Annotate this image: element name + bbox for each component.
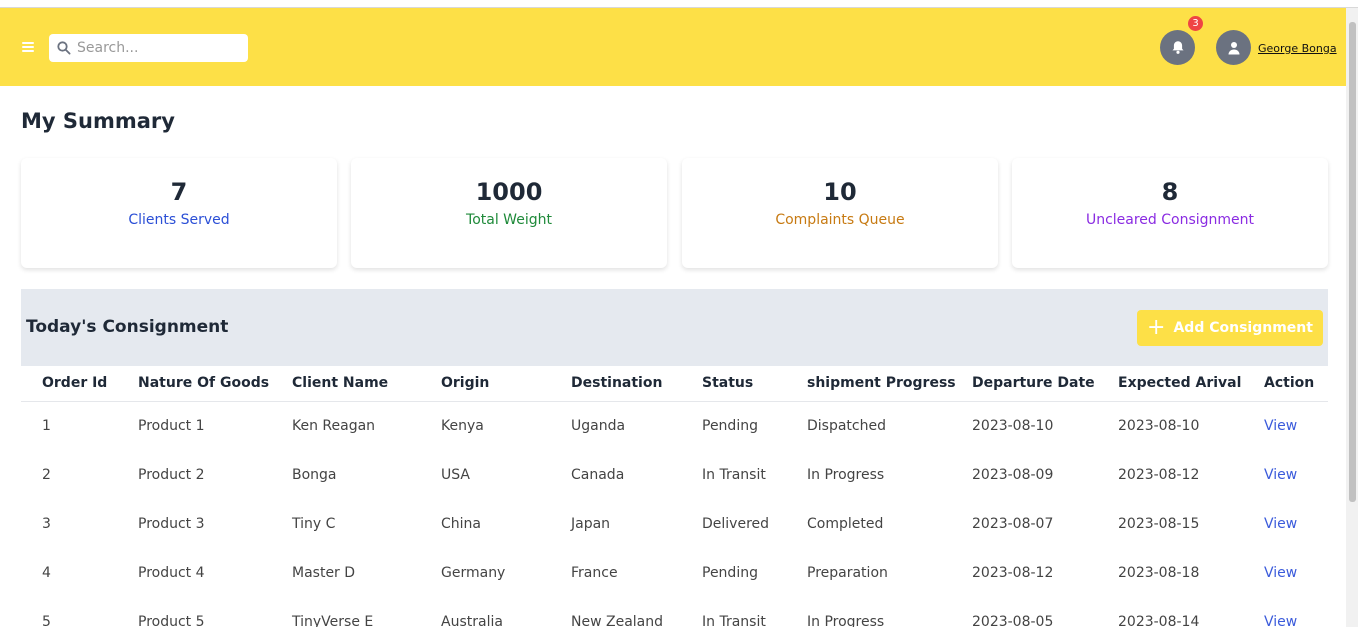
cell-arrival: 2023-08-10 xyxy=(1118,418,1200,434)
scrollbar-thumb[interactable] xyxy=(1349,22,1356,502)
cell-destination: Japan xyxy=(571,516,611,532)
stat-card-complaints-queue: 10 Complaints Queue xyxy=(682,158,998,268)
stat-card-clients-served: 7 Clients Served xyxy=(21,158,337,268)
stat-card-uncleared-consignment: 8 Uncleared Consignment xyxy=(1012,158,1328,268)
search-icon xyxy=(57,41,71,55)
column-header: shipment Progress xyxy=(807,375,956,391)
cell-client: Bonga xyxy=(292,467,337,483)
consignment-table: Order Id Nature Of Goods Client Name Ori… xyxy=(21,366,1328,627)
cell-departure: 2023-08-05 xyxy=(972,614,1054,627)
column-header: Departure Date xyxy=(972,375,1095,391)
view-link[interactable]: View xyxy=(1264,467,1297,483)
cell-progress: Dispatched xyxy=(807,418,886,434)
cell-order-id: 4 xyxy=(42,565,51,581)
cell-arrival: 2023-08-15 xyxy=(1118,516,1200,532)
stat-label: Uncleared Consignment xyxy=(1085,212,1255,228)
column-header: Status xyxy=(702,375,754,391)
browser-top-strip xyxy=(0,0,1358,8)
search-box[interactable] xyxy=(49,34,248,62)
cell-origin: Australia xyxy=(441,614,503,627)
view-link[interactable]: View xyxy=(1264,614,1297,627)
cell-progress: In Progress xyxy=(807,614,885,627)
cell-order-id: 5 xyxy=(42,614,51,627)
cell-status: In Transit xyxy=(702,467,766,483)
table-row: 5 Product 5 TinyVerse E Australia New Ze… xyxy=(21,598,1328,627)
view-link[interactable]: View xyxy=(1264,516,1297,532)
add-consignment-label: Add Consignment xyxy=(1173,320,1313,336)
cell-arrival: 2023-08-12 xyxy=(1118,467,1200,483)
column-header: Action xyxy=(1264,375,1315,391)
notification-count-badge: 3 xyxy=(1188,16,1203,31)
cell-departure: 2023-08-10 xyxy=(972,418,1054,434)
cell-client: TinyVerse E xyxy=(292,614,374,627)
cell-goods: Product 2 xyxy=(138,467,205,483)
page-title: My Summary xyxy=(21,109,175,133)
cell-goods: Product 3 xyxy=(138,516,205,532)
stat-value: 8 xyxy=(1161,178,1179,206)
cell-progress: Preparation xyxy=(807,565,888,581)
table-row: 3 Product 3 Tiny C China Japan Delivered… xyxy=(21,500,1328,549)
avatar[interactable] xyxy=(1216,30,1251,65)
table-row: 4 Product 4 Master D Germany France Pend… xyxy=(21,549,1328,598)
user-name-link[interactable]: George Bonga xyxy=(1258,42,1337,55)
stat-label: Clients Served xyxy=(128,212,230,228)
cell-client: Tiny C xyxy=(292,516,336,532)
cell-client: Ken Reagan xyxy=(292,418,376,434)
stat-label: Complaints Queue xyxy=(775,212,905,228)
column-header: Order Id xyxy=(42,375,108,391)
top-bar: George Bonga xyxy=(0,8,1346,86)
cell-goods: Product 4 xyxy=(138,565,205,581)
table-row: 1 Product 1 Ken Reagan Kenya Uganda Pend… xyxy=(21,402,1328,451)
cell-progress: Completed xyxy=(807,516,884,532)
cell-destination: France xyxy=(571,565,618,581)
table-header-row: Order Id Nature Of Goods Client Name Ori… xyxy=(21,366,1328,402)
cell-goods: Product 5 xyxy=(138,614,205,627)
cell-departure: 2023-08-07 xyxy=(972,516,1054,532)
column-header: Origin xyxy=(441,375,490,391)
cell-destination: Uganda xyxy=(571,418,626,434)
stat-value: 10 xyxy=(823,178,857,206)
view-link[interactable]: View xyxy=(1264,565,1297,581)
cell-origin: Kenya xyxy=(441,418,484,434)
cell-arrival: 2023-08-14 xyxy=(1118,614,1200,627)
view-link[interactable]: View xyxy=(1264,418,1297,434)
stat-value: 1000 xyxy=(475,178,543,206)
cell-arrival: 2023-08-18 xyxy=(1118,565,1200,581)
cell-origin: China xyxy=(441,516,481,532)
column-header: Expected Arival xyxy=(1118,375,1242,391)
column-header: Client Name xyxy=(292,375,389,391)
plus-icon: + xyxy=(1147,315,1166,340)
consignment-section-header: Today's Consignment + Add Consignment xyxy=(21,289,1328,366)
cell-order-id: 3 xyxy=(42,516,51,532)
cell-goods: Product 1 xyxy=(138,418,205,434)
cell-destination: New Zealand xyxy=(571,614,663,627)
add-consignment-button[interactable]: + Add Consignment xyxy=(1137,310,1323,346)
cell-status: Pending xyxy=(702,565,758,581)
cell-departure: 2023-08-09 xyxy=(972,467,1054,483)
cell-destination: Canada xyxy=(571,467,625,483)
stat-card-total-weight: 1000 Total Weight xyxy=(351,158,667,268)
column-header: Nature Of Goods xyxy=(138,375,270,391)
cell-status: Delivered xyxy=(702,516,770,532)
cell-status: In Transit xyxy=(702,614,766,627)
cell-progress: In Progress xyxy=(807,467,885,483)
notifications-button[interactable] xyxy=(1160,30,1195,65)
search-input[interactable] xyxy=(77,40,237,56)
stat-label: Total Weight xyxy=(466,212,552,228)
cell-departure: 2023-08-12 xyxy=(972,565,1054,581)
cell-origin: Germany xyxy=(441,565,506,581)
cell-status: Pending xyxy=(702,418,758,434)
cell-order-id: 1 xyxy=(42,418,51,434)
column-header: Destination xyxy=(571,375,663,391)
hamburger-menu-icon[interactable] xyxy=(22,42,34,52)
bell-icon xyxy=(1172,41,1183,54)
cell-client: Master D xyxy=(292,565,356,581)
cell-origin: USA xyxy=(441,467,470,483)
stat-value: 7 xyxy=(170,178,188,206)
table-row: 2 Product 2 Bonga USA Canada In Transit … xyxy=(21,451,1328,500)
user-icon xyxy=(1228,41,1239,54)
section-title: Today's Consignment xyxy=(26,317,229,337)
cell-order-id: 2 xyxy=(42,467,51,483)
